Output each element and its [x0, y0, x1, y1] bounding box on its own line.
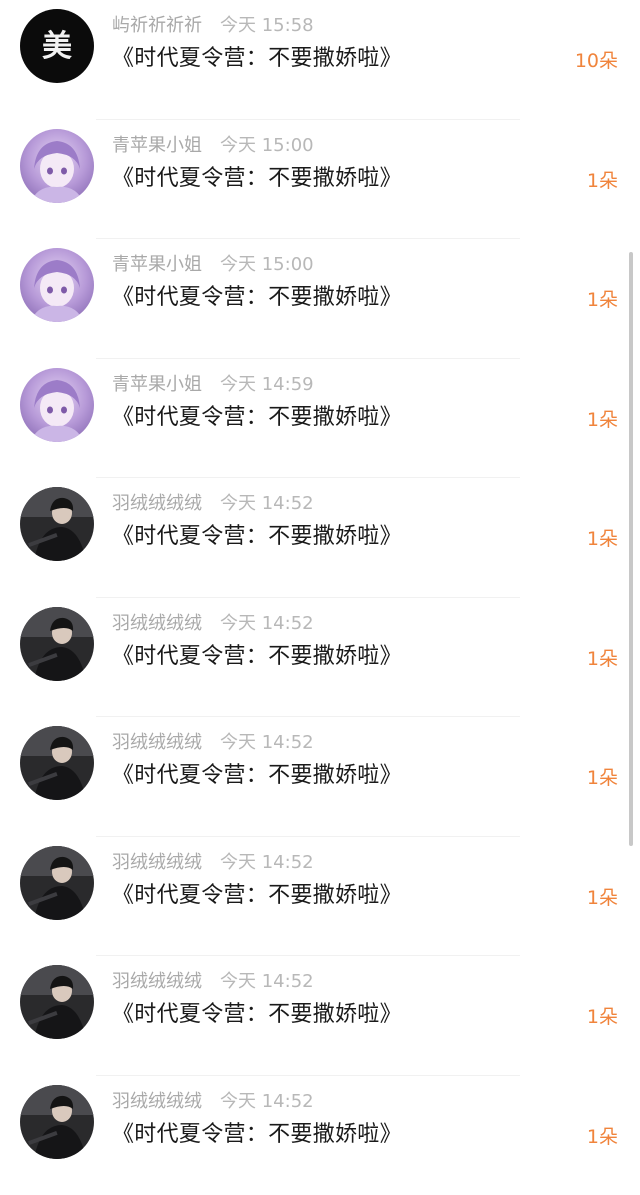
- timestamp: 今天 15:58: [220, 15, 314, 36]
- message-meta: 青苹果小姐今天 14:59: [112, 373, 314, 397]
- message-meta: 羽绒绒绒绒今天 14:52: [112, 1090, 314, 1114]
- message-text: 《时代夏令营：不要撒娇啦》: [112, 44, 402, 74]
- list-item[interactable]: 青苹果小姐今天 14:59 《时代夏令营：不要撒娇啦》 1朵: [0, 359, 640, 479]
- message-meta: 青苹果小姐今天 15:00: [112, 253, 314, 277]
- timestamp: 今天 14:52: [220, 1091, 314, 1112]
- gift-count: 10朵: [575, 48, 618, 74]
- sender-name[interactable]: 青苹果小姐: [112, 254, 202, 275]
- svg-text:美: 美: [42, 29, 72, 64]
- list-item[interactable]: 羽绒绒绒绒今天 14:52 《时代夏令营：不要撒娇啦》 1朵: [0, 717, 640, 837]
- message-text: 《时代夏令营：不要撒娇啦》: [112, 761, 402, 791]
- avatar[interactable]: 美: [20, 9, 94, 83]
- message-text: 《时代夏令营：不要撒娇啦》: [112, 403, 402, 433]
- timestamp: 今天 15:00: [220, 135, 314, 156]
- message-text: 《时代夏令营：不要撒娇啦》: [112, 164, 402, 194]
- message-text: 《时代夏令营：不要撒娇啦》: [112, 522, 402, 552]
- list-item[interactable]: 羽绒绒绒绒今天 14:52 《时代夏令营：不要撒娇啦》 1朵: [0, 956, 640, 1076]
- sender-name[interactable]: 青苹果小姐: [112, 374, 202, 395]
- message-meta: 屿祈祈祈祈今天 15:58: [112, 14, 314, 38]
- timestamp: 今天 14:52: [220, 852, 314, 873]
- avatar[interactable]: [20, 129, 94, 203]
- list-item[interactable]: 羽绒绒绒绒今天 14:52 《时代夏令营：不要撒娇啦》 1朵: [0, 837, 640, 957]
- timestamp: 今天 14:52: [220, 493, 314, 514]
- gift-count: 1朵: [587, 765, 618, 791]
- gift-count: 1朵: [587, 168, 618, 194]
- message-text: 《时代夏令营：不要撒娇啦》: [112, 881, 402, 911]
- avatar[interactable]: [20, 487, 94, 561]
- gift-count: 1朵: [587, 646, 618, 672]
- message-meta: 羽绒绒绒绒今天 14:52: [112, 731, 314, 755]
- message-text: 《时代夏令营：不要撒娇啦》: [112, 283, 402, 313]
- sender-name[interactable]: 羽绒绒绒绒: [112, 852, 202, 873]
- avatar[interactable]: [20, 726, 94, 800]
- gift-message-list: 美 屿祈祈祈祈今天 15:58 《时代夏令营：不要撒娇啦》 10朵: [0, 0, 640, 1195]
- list-item[interactable]: 美 屿祈祈祈祈今天 15:58 《时代夏令营：不要撒娇啦》 10朵: [0, 0, 640, 120]
- message-meta: 羽绒绒绒绒今天 14:52: [112, 612, 314, 636]
- timestamp: 今天 15:00: [220, 254, 314, 275]
- avatar[interactable]: [20, 965, 94, 1039]
- sender-name[interactable]: 羽绒绒绒绒: [112, 732, 202, 753]
- sender-name[interactable]: 羽绒绒绒绒: [112, 971, 202, 992]
- sender-name[interactable]: 羽绒绒绒绒: [112, 613, 202, 634]
- timestamp: 今天 14:52: [220, 613, 314, 634]
- scrollbar[interactable]: [629, 252, 633, 846]
- avatar[interactable]: [20, 368, 94, 442]
- message-meta: 青苹果小姐今天 15:00: [112, 134, 314, 158]
- list-item[interactable]: 羽绒绒绒绒今天 14:52 《时代夏令营：不要撒娇啦》 1朵: [0, 598, 640, 718]
- list-item[interactable]: 青苹果小姐今天 15:00 《时代夏令营：不要撒娇啦》 1朵: [0, 239, 640, 359]
- avatar[interactable]: [20, 1085, 94, 1159]
- avatar[interactable]: [20, 248, 94, 322]
- avatar[interactable]: [20, 607, 94, 681]
- sender-name[interactable]: 羽绒绒绒绒: [112, 1091, 202, 1112]
- message-text: 《时代夏令营：不要撒娇啦》: [112, 642, 402, 672]
- gift-count: 1朵: [587, 1124, 618, 1150]
- message-text: 《时代夏令营：不要撒娇啦》: [112, 1000, 402, 1030]
- message-meta: 羽绒绒绒绒今天 14:52: [112, 851, 314, 875]
- list-item[interactable]: 羽绒绒绒绒今天 14:52 《时代夏令营：不要撒娇啦》 1朵: [0, 478, 640, 598]
- timestamp: 今天 14:52: [220, 732, 314, 753]
- gift-count: 1朵: [587, 287, 618, 313]
- sender-name[interactable]: 青苹果小姐: [112, 135, 202, 156]
- list-item[interactable]: 青苹果小姐今天 15:00 《时代夏令营：不要撒娇啦》 1朵: [0, 120, 640, 240]
- gift-count: 1朵: [587, 1004, 618, 1030]
- list-item[interactable]: 羽绒绒绒绒今天 14:52 《时代夏令营：不要撒娇啦》 1朵: [0, 1076, 640, 1195]
- message-text: 《时代夏令营：不要撒娇啦》: [112, 1120, 402, 1150]
- timestamp: 今天 14:52: [220, 971, 314, 992]
- message-meta: 羽绒绒绒绒今天 14:52: [112, 970, 314, 994]
- gift-count: 1朵: [587, 526, 618, 552]
- sender-name[interactable]: 屿祈祈祈祈: [112, 15, 202, 36]
- gift-count: 1朵: [587, 407, 618, 433]
- avatar[interactable]: [20, 846, 94, 920]
- sender-name[interactable]: 羽绒绒绒绒: [112, 493, 202, 514]
- message-meta: 羽绒绒绒绒今天 14:52: [112, 492, 314, 516]
- gift-count: 1朵: [587, 885, 618, 911]
- timestamp: 今天 14:59: [220, 374, 314, 395]
